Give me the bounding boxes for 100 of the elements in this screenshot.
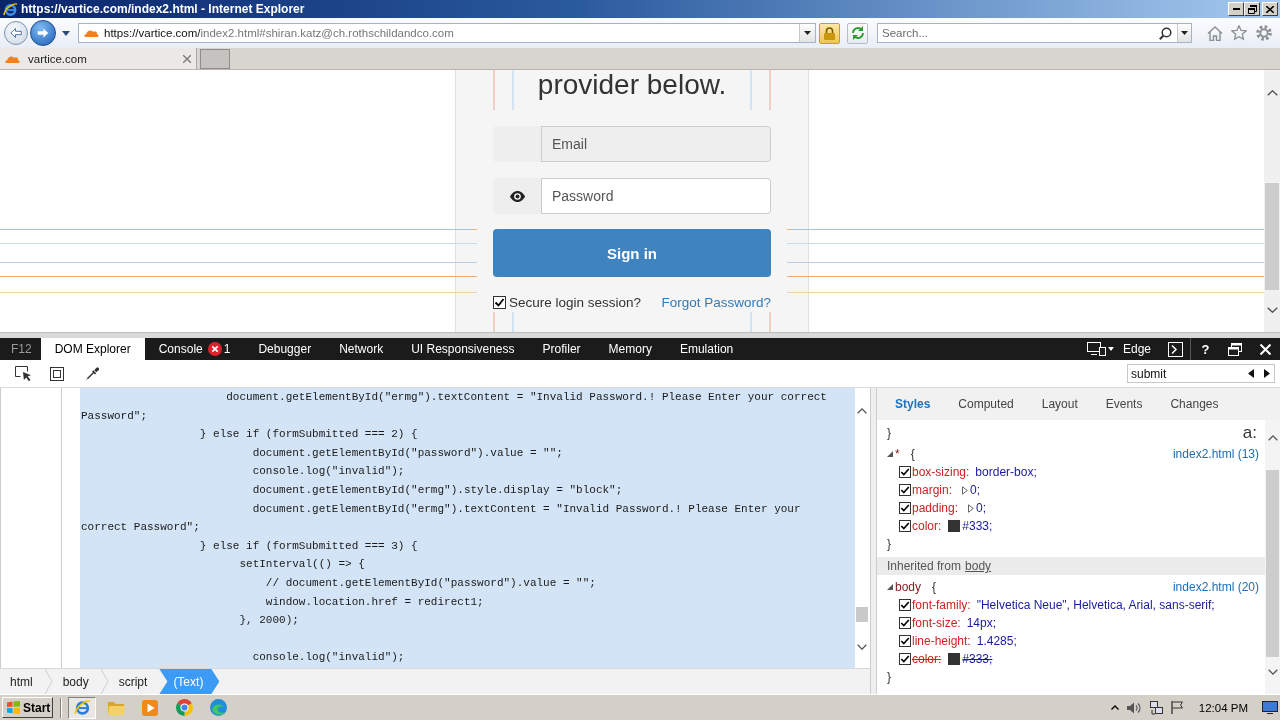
css-property[interactable]: color: <box>912 519 942 533</box>
caret-icon[interactable] <box>62 30 70 36</box>
up-caret-icon[interactable] <box>1110 705 1119 710</box>
clock[interactable]: 12:04 PM <box>1198 701 1248 714</box>
element-link[interactable]: body <box>965 559 992 573</box>
collapse-triangle-icon[interactable] <box>887 451 893 457</box>
pseudo-state-button[interactable]: a: <box>1242 423 1257 443</box>
close-button[interactable] <box>1262 2 1278 16</box>
select-element-icon[interactable] <box>15 365 32 382</box>
e-logo-icon <box>73 699 91 716</box>
address-dropdown-button[interactable] <box>799 24 815 42</box>
closing-brace: } <box>887 537 891 551</box>
breadcrumb-item[interactable]: body <box>52 669 101 694</box>
checkbox[interactable] <box>899 617 911 629</box>
forgot-password-link[interactable]: Forgot Password? <box>661 294 771 310</box>
folder-icon <box>107 700 125 715</box>
search-dropdown-button[interactable] <box>1177 24 1191 42</box>
square-icon[interactable] <box>50 366 64 381</box>
css-value[interactable]: 14px; <box>966 616 997 630</box>
browser-tab[interactable]: vartice.com <box>0 48 197 69</box>
devtools-tab[interactable]: Debugger <box>244 338 326 360</box>
forward-button[interactable] <box>30 20 56 46</box>
previous-icon[interactable] <box>1248 369 1254 378</box>
devtools-tab[interactable]: Profiler <box>528 338 595 360</box>
styles-pane-tab[interactable]: Computed <box>944 397 1028 411</box>
closing-brace: } <box>887 426 891 440</box>
left-arrow-icon <box>10 28 22 38</box>
css-property[interactable]: line-height: <box>912 634 971 648</box>
checkbox[interactable] <box>899 599 911 611</box>
scrollbar-thumb[interactable] <box>1266 470 1279 657</box>
eye-icon[interactable] <box>509 190 525 202</box>
start-button[interactable]: Start <box>2 697 53 718</box>
devtools-tab[interactable]: Emulation <box>665 338 748 360</box>
devtools-tab[interactable]: Network <box>325 338 398 360</box>
minimize-button[interactable] <box>1228 2 1244 16</box>
input-addon <box>493 126 541 162</box>
search-icon[interactable] <box>1159 26 1172 40</box>
color-swatch-icon[interactable] <box>948 520 961 532</box>
styles-pane-tab[interactable]: Styles <box>881 397 945 411</box>
security-button[interactable] <box>819 22 840 44</box>
checkbox[interactable] <box>899 484 911 496</box>
refresh-button[interactable] <box>847 22 868 44</box>
caret-icon <box>804 31 811 35</box>
css-value[interactable]: #333; <box>962 519 993 533</box>
styles-pane-tab[interactable]: Events <box>1091 397 1157 411</box>
css-property[interactable]: color: <box>912 652 942 666</box>
taskbar-button[interactable] <box>68 696 96 719</box>
restore-button[interactable] <box>1244 2 1260 16</box>
devtools-tab[interactable]: Memory <box>594 338 666 360</box>
css-property[interactable]: padding: <box>912 501 959 515</box>
document-mode-button[interactable]: Edge <box>1086 338 1160 360</box>
scrollbar[interactable] <box>1265 420 1280 694</box>
source-link[interactable]: index2.html (20) <box>1172 580 1259 594</box>
css-value[interactable]: 0; <box>970 483 981 497</box>
flag-icon[interactable] <box>1170 701 1183 714</box>
breadcrumb-item[interactable]: html <box>0 669 45 694</box>
checkbox[interactable] <box>899 635 911 647</box>
devtools-tab[interactable]: UI Responsiveness <box>397 338 529 360</box>
address-field[interactable]: https://vartice.com/index2.html#shiran.katz@ch.rothschildandco.com <box>78 23 816 43</box>
css-property[interactable]: box-sizing: <box>912 465 970 479</box>
scrollbar-thumb[interactable] <box>1265 183 1279 290</box>
css-value[interactable]: border-box; <box>975 465 1037 479</box>
css-value[interactable]: 0; <box>976 501 987 515</box>
password-field[interactable]: Password <box>541 178 771 214</box>
decorative-lines <box>750 70 771 110</box>
checkbox[interactable] <box>899 653 911 665</box>
eyedropper-icon[interactable] <box>86 367 99 380</box>
speaker-icon[interactable] <box>1126 701 1142 714</box>
show-desktop-icon[interactable] <box>1262 701 1278 714</box>
checkbox[interactable] <box>899 502 911 514</box>
close-icon[interactable] <box>183 54 191 63</box>
star-icon[interactable] <box>1231 25 1247 41</box>
checkbox[interactable] <box>493 295 506 309</box>
styles-pane-tab[interactable]: Layout <box>1027 397 1092 411</box>
home-icon[interactable] <box>1207 25 1223 41</box>
source-link[interactable]: index2.html (13) <box>1172 447 1259 461</box>
css-value[interactable]: "Helvetica Neue", Helvetica, Arial, sans-serif; <box>976 598 1215 612</box>
devtools-tab[interactable]: Console 1 <box>144 338 245 360</box>
scrollbar-thumb[interactable] <box>856 607 869 622</box>
checkbox[interactable] <box>899 520 911 532</box>
search-field[interactable]: Search... <box>877 23 1192 43</box>
css-property[interactable]: margin: <box>912 483 952 497</box>
checkbox[interactable] <box>899 466 911 478</box>
next-icon[interactable] <box>1264 369 1270 378</box>
css-property[interactable]: font-family: <box>912 598 971 612</box>
css-value[interactable]: 1.4285; <box>976 634 1017 648</box>
gear-icon[interactable] <box>1256 25 1272 41</box>
styles-pane-tab[interactable]: Changes <box>1156 397 1233 411</box>
css-property[interactable]: font-size: <box>912 616 961 630</box>
css-value[interactable]: #333; <box>962 652 993 666</box>
collapse-triangle-icon[interactable] <box>887 584 893 590</box>
back-button[interactable] <box>4 21 28 45</box>
color-swatch-icon[interactable] <box>948 653 961 665</box>
opening-brace: { <box>910 447 915 461</box>
scrollbar[interactable] <box>1264 70 1280 332</box>
sign-in-button[interactable]: Sign in <box>493 229 771 277</box>
breadcrumb-item[interactable]: script <box>108 669 160 694</box>
find-field[interactable]: submit <box>1127 364 1275 383</box>
network-icon[interactable] <box>1149 700 1163 715</box>
devtools-tab[interactable]: DOM Explorer <box>40 338 145 360</box>
